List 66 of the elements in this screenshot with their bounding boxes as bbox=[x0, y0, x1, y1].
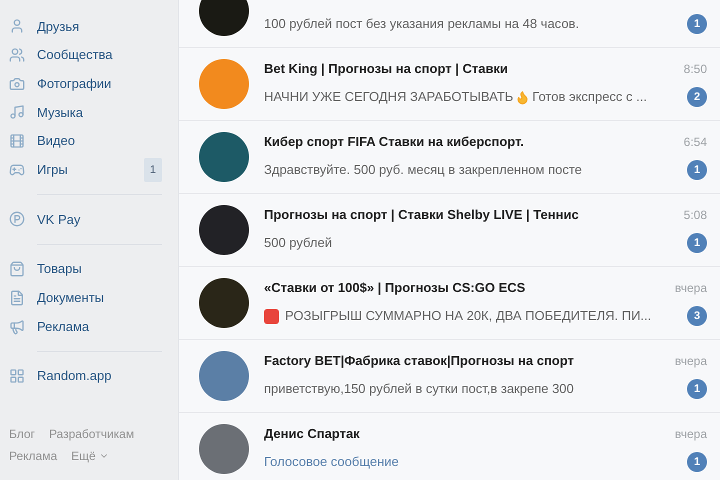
message-time: вчера bbox=[674, 353, 707, 370]
count-badge: 1 bbox=[144, 158, 162, 182]
sidebar-item[interactable]: Сообщества bbox=[9, 40, 162, 70]
avatar-placeholder bbox=[199, 424, 249, 474]
dialog-title: Прогнозы на спорт | Ставки Shelby LIVE | Теннис bbox=[264, 206, 579, 224]
message-preview: Готов экспресс с ... bbox=[532, 88, 647, 106]
dialog-row[interactable]: 100 рублей пост без указания рекламы на 48 часов. 1 bbox=[179, 0, 720, 48]
dialog-row[interactable]: Денис Спартак вчера Голосовое сообщение 1 bbox=[179, 413, 720, 480]
dialog-title: «Ставки от 100$» | Прогнозы CS:GO ECS bbox=[264, 279, 526, 298]
voice-message-label: Голосовое сообщение bbox=[264, 453, 399, 472]
message-preview: Здравствуйте. 500 руб. месяц в закрепленном посте bbox=[264, 161, 582, 180]
sidebar-item[interactable]: Random.app bbox=[9, 362, 162, 391]
menu-icon bbox=[9, 211, 25, 228]
dialog-row[interactable]: Factory BET|Фабрика ставок|Прогнозы на спорт вчера приветствую,150 рублей в сутки пост,в закрепе 300 1 bbox=[179, 340, 720, 413]
message-time: вчера bbox=[674, 426, 707, 443]
avatar-placeholder bbox=[199, 351, 249, 401]
menu-icon bbox=[9, 162, 25, 178]
dialog-title: Денис Спартак bbox=[264, 425, 360, 444]
avatar-placeholder bbox=[199, 278, 249, 328]
message-preview: приветствую,150 рублей в сутки пост,в закрепе 300 bbox=[264, 380, 574, 398]
dialog-title: Factory BET|Фабрика ставок|Прогнозы на спорт bbox=[264, 352, 574, 370]
message-time: 8:50 bbox=[684, 61, 707, 78]
menu-icon bbox=[9, 290, 25, 306]
sidebar-item[interactable]: Реклама bbox=[9, 312, 162, 341]
dialog-row[interactable]: Прогнозы на спорт | Ставки Shelby LIVE | Теннис 5:08 500 рублей 1 bbox=[179, 194, 720, 267]
sidebar-item[interactable]: Фотографии bbox=[9, 69, 162, 98]
menu-icon bbox=[9, 47, 25, 64]
sidebar-item[interactable]: Игры 1 bbox=[9, 155, 162, 184]
message-preview: РОЗЫГРЫШ СУММАРНО НА 20К, ДВА ПОБЕДИТЕЛЯ. ПИ... bbox=[285, 307, 652, 326]
avatar-placeholder bbox=[199, 132, 249, 182]
menu-icon bbox=[9, 261, 25, 278]
dialog-row[interactable]: Bet King | Прогнозы на спорт | Ставки 8:50 НАЧНИ УЖЕ СЕГОДНЯ ЗАРАБОТЫВАТЬ Готов экспресс с ... 2 bbox=[179, 48, 720, 121]
sidebar-item[interactable]: Документы bbox=[9, 284, 162, 312]
menu-icon bbox=[9, 76, 25, 92]
message-time: 5:08 bbox=[684, 207, 707, 224]
dialog-title: Кибер спорт FIFA Ставки на киберспорт. bbox=[264, 133, 524, 152]
fire-icon bbox=[515, 90, 530, 104]
sidebar-item[interactable]: VK Pay bbox=[9, 205, 162, 234]
menu-icon bbox=[9, 318, 25, 335]
unread-badge: 1 bbox=[687, 14, 707, 34]
unread-badge: 3 bbox=[687, 306, 707, 326]
menu-icon bbox=[9, 133, 25, 150]
message-time: вчера bbox=[674, 280, 707, 297]
sidebar-item[interactable]: Друзья bbox=[9, 12, 162, 41]
menu-icon bbox=[9, 368, 25, 384]
menu-icon bbox=[9, 18, 25, 34]
message-preview: НАЧНИ УЖЕ СЕГОДНЯ ЗАРАБОТЫВАТЬ bbox=[264, 88, 514, 106]
unread-badge: 1 bbox=[687, 160, 707, 180]
sos-icon bbox=[264, 308, 279, 324]
sidebar-item[interactable]: Товары bbox=[9, 254, 162, 284]
unread-badge: 2 bbox=[687, 87, 707, 107]
menu-icon bbox=[9, 104, 25, 120]
sidebar-item[interactable]: Видео bbox=[9, 126, 162, 156]
dialog-row[interactable]: «Ставки от 100$» | Прогнозы CS:GO ECS вчера РОЗЫГРЫШ СУММАРНО НА 20К, ДВА ПОБЕДИТЕЛЯ. ПИ... 3 bbox=[179, 267, 720, 340]
message-preview: 500 рублей bbox=[264, 234, 332, 252]
unread-badge: 1 bbox=[687, 233, 707, 253]
avatar-placeholder bbox=[199, 59, 249, 109]
avatar-placeholder bbox=[199, 0, 249, 36]
dialog-title: Bet King | Прогнозы на спорт | Ставки bbox=[264, 60, 508, 78]
message-time: 6:54 bbox=[684, 134, 707, 151]
avatar-placeholder bbox=[199, 205, 249, 255]
dialog-row[interactable]: Кибер спорт FIFA Ставки на киберспорт. 6:54 Здравствуйте. 500 руб. месяц в закрепленном посте 1 bbox=[179, 121, 720, 194]
message-preview: 100 рублей пост без указания рекламы на 48 часов. bbox=[264, 15, 580, 34]
unread-badge: 1 bbox=[687, 379, 707, 399]
unread-badge: 1 bbox=[687, 452, 707, 472]
sidebar-item[interactable]: Музыка bbox=[9, 98, 162, 127]
